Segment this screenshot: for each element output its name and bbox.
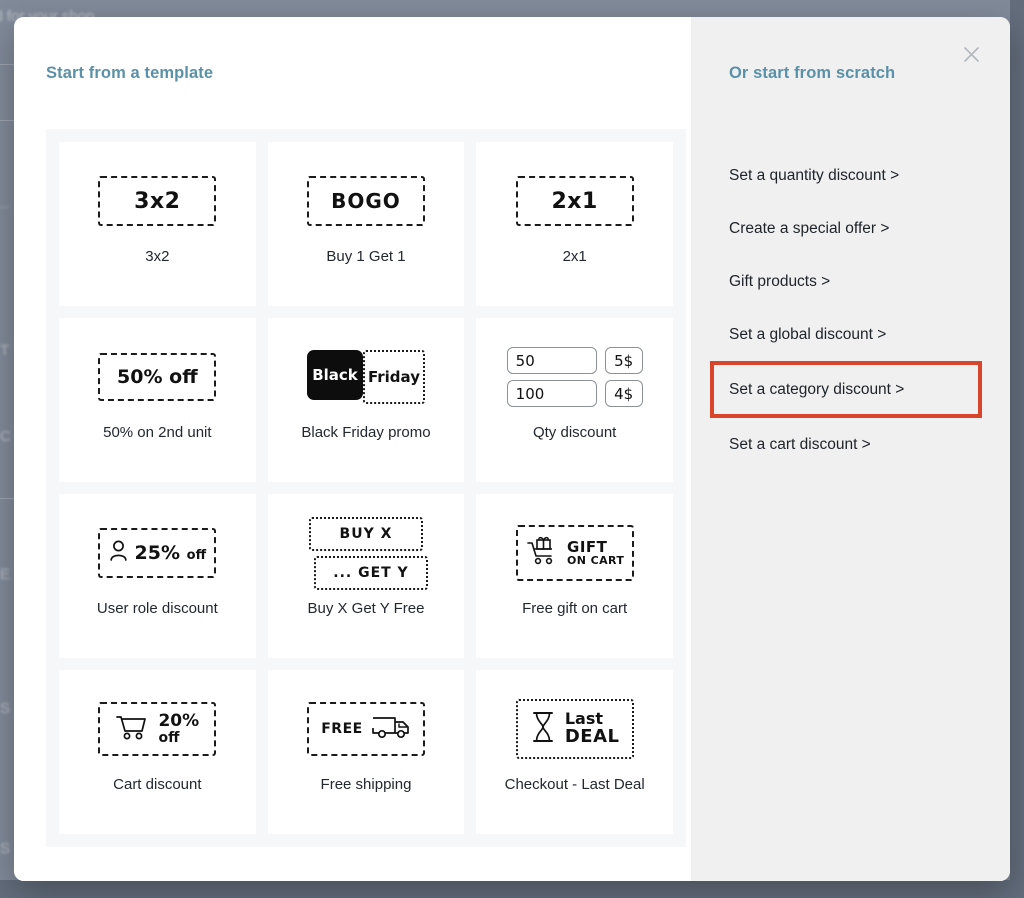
template-art-2x1: 2x1 <box>515 170 634 232</box>
scratch-item-special-offer[interactable]: Create a special offer > <box>691 202 1010 255</box>
template-art-user-role: 25% off <box>98 522 217 584</box>
scratch-panel-title: Or start from scratch <box>729 64 896 82</box>
black-friday-black-tile: Black <box>306 350 363 400</box>
dashed-label-box: 2x1 <box>515 176 634 226</box>
template-label: User role discount <box>96 600 218 617</box>
scratch-item-quantity-discount[interactable]: Set a quantity discount > <box>691 149 1010 202</box>
template-card-user-role-discount[interactable]: 25% off User role discount <box>59 494 256 658</box>
dashed-label-box-get: ... GET Y <box>313 555 428 590</box>
template-card-3x2[interactable]: 3x2 3x2 <box>59 142 256 306</box>
templates-panel-title: Start from a template <box>46 64 214 82</box>
scratch-options-list: Set a quantity discount > Create a speci… <box>691 149 1010 471</box>
templates-panel: Start from a template 3x2 3x2 BOGO Buy 1… <box>14 17 691 881</box>
template-art-cart-discount: 20% off <box>98 698 217 760</box>
backdrop-text-fragment: S <box>0 700 11 717</box>
template-art-free-gift-on-cart: GIFT ON CART <box>515 522 634 584</box>
template-label: Cart discount <box>113 776 202 793</box>
qty-cell-quantity-2: 100 <box>506 380 597 407</box>
scratch-item-category-discount[interactable]: Set a category discount > <box>710 361 982 418</box>
backdrop-divider <box>0 120 14 121</box>
scratch-panel: Or start from scratch Set a quantity dis… <box>691 17 1010 881</box>
template-art-50-off: 50% off <box>98 346 217 408</box>
templates-grid-wrapper: 3x2 3x2 BOGO Buy 1 Get 1 2x1 2x1 50% off… <box>46 129 686 847</box>
dashed-label-box: Last DEAL <box>515 699 634 759</box>
dashed-label-box: FREE <box>306 702 425 756</box>
delivery-truck-icon <box>371 713 411 745</box>
templates-grid: 3x2 3x2 BOGO Buy 1 Get 1 2x1 2x1 50% off… <box>46 142 686 834</box>
qty-cell-price-1: 5$ <box>604 347 643 374</box>
template-card-free-shipping[interactable]: FREE Free shipping <box>267 670 465 834</box>
backdrop-text-fragment: ... <box>0 196 9 211</box>
template-card-black-friday[interactable]: Black Friday Black Friday promo <box>267 318 465 482</box>
black-friday-white-tile: Friday <box>362 350 425 404</box>
template-art-black-friday: Black Friday <box>306 346 425 408</box>
template-label: Black Friday promo <box>301 424 431 441</box>
backdrop-text-fragment: E <box>0 566 11 583</box>
backdrop-text-fragment: C <box>0 428 11 445</box>
template-label: Free shipping <box>320 776 412 793</box>
shopping-cart-icon <box>115 713 149 745</box>
template-label: Buy X Get Y Free <box>307 600 425 617</box>
template-label: 3x2 <box>145 248 170 265</box>
template-art-3x2: 3x2 <box>98 170 217 232</box>
template-label: Qty discount <box>532 424 617 441</box>
dashed-label-box: GIFT ON CART <box>515 525 634 581</box>
backdrop-divider <box>0 498 14 499</box>
discount-amount: 20% off <box>158 710 200 746</box>
template-card-free-gift-on-cart[interactable]: GIFT ON CART Free gift on cart <box>476 494 673 658</box>
template-label: Checkout - Last Deal <box>504 776 645 793</box>
template-picker-modal: Start from a template 3x2 3x2 BOGO Buy 1… <box>14 17 1010 881</box>
dashed-label-box: BOGO <box>306 176 425 226</box>
template-art-free-shipping: FREE <box>306 698 425 760</box>
template-art-last-deal: Last DEAL <box>515 698 634 760</box>
hourglass-icon <box>530 710 556 748</box>
free-text: FREE <box>321 721 363 737</box>
template-art-buy-x-get-y: BUY X ... GET Y <box>304 516 428 590</box>
backdrop-text-fragment: S <box>0 840 11 857</box>
person-icon <box>109 540 128 567</box>
template-card-checkout-last-deal[interactable]: Last DEAL Checkout - Last Deal <box>476 670 673 834</box>
template-card-buy-x-get-y[interactable]: BUY X ... GET Y Buy X Get Y Free <box>267 494 465 658</box>
dashed-label-box: 50% off <box>98 353 217 401</box>
discount-amount: 25% off <box>134 541 207 564</box>
scratch-item-cart-discount[interactable]: Set a cart discount > <box>691 418 1010 471</box>
qty-cell-quantity-1: 50 <box>506 347 597 374</box>
template-card-qty-discount[interactable]: 50 5$ 100 4$ Qty discount <box>476 318 673 482</box>
close-icon[interactable] <box>956 39 986 69</box>
gift-cart-icon <box>525 534 559 572</box>
template-label: 2x1 <box>562 248 587 265</box>
dashed-label-box: 25% off <box>98 528 217 578</box>
template-label: Buy 1 Get 1 <box>326 248 406 265</box>
qty-cell-price-2: 4$ <box>604 380 643 407</box>
template-art-qty-discount: 50 5$ 100 4$ <box>506 346 643 408</box>
backdrop-divider <box>0 64 14 65</box>
scratch-item-global-discount[interactable]: Set a global discount > <box>691 308 1010 361</box>
dashed-label-box: 20% off <box>98 702 217 756</box>
template-card-50-on-2nd-unit[interactable]: 50% off 50% on 2nd unit <box>59 318 256 482</box>
template-art-bogo: BOGO <box>306 170 425 232</box>
template-card-cart-discount[interactable]: 20% off Cart discount <box>59 670 256 834</box>
backdrop-text-fragment: T <box>0 342 10 359</box>
scratch-item-gift-products[interactable]: Gift products > <box>691 255 1010 308</box>
last-deal-text: Last DEAL <box>564 709 620 747</box>
dashed-label-box: 3x2 <box>98 176 217 226</box>
template-label: 50% on 2nd unit <box>103 424 212 441</box>
template-card-2x1[interactable]: 2x1 2x1 <box>476 142 673 306</box>
dashed-label-box-buy: BUY X <box>308 516 423 551</box>
template-label: Free gift on cart <box>522 600 628 617</box>
template-card-buy-1-get-1[interactable]: BOGO Buy 1 Get 1 <box>267 142 465 306</box>
gift-cart-text: GIFT ON CART <box>567 537 625 568</box>
